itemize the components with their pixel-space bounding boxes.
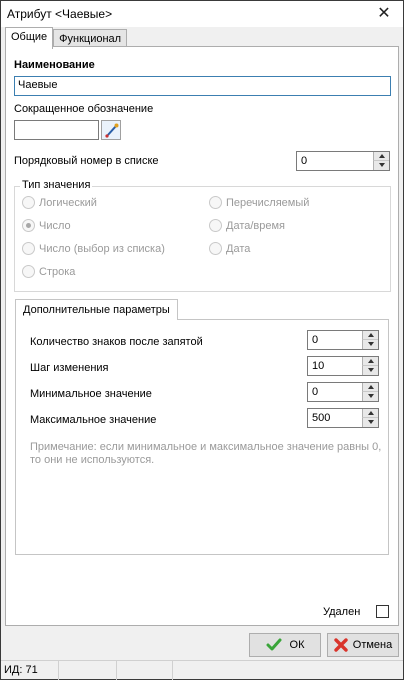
tab-strip: Общие Функционал bbox=[5, 27, 128, 49]
brush-icon bbox=[105, 123, 119, 138]
step-label: Шаг изменения bbox=[30, 362, 109, 374]
radio-circle bbox=[22, 265, 35, 278]
step-value: 10 bbox=[312, 360, 325, 372]
max-value: 500 bbox=[312, 412, 331, 424]
status-segment-id: ИД: 71 bbox=[1, 661, 59, 680]
spin-up-icon[interactable] bbox=[362, 357, 378, 366]
min-label: Минимальное значение bbox=[30, 388, 152, 400]
radio-number[interactable]: Число bbox=[22, 219, 71, 232]
deleted-checkbox[interactable] bbox=[376, 605, 389, 618]
order-value: 0 bbox=[301, 155, 308, 167]
spin-down-icon[interactable] bbox=[362, 392, 378, 401]
spin-up-icon[interactable] bbox=[362, 383, 378, 392]
radio-label: Дата bbox=[226, 242, 251, 255]
order-spin-up-icon[interactable] bbox=[373, 152, 389, 161]
radio-label: Логический bbox=[39, 196, 97, 209]
limits-note: Примечание: если минимальное и максималь… bbox=[30, 441, 381, 467]
tab-extra-params[interactable]: Дополнительные параметры bbox=[15, 299, 178, 320]
deleted-label: Удален bbox=[323, 606, 361, 618]
spin-down-icon[interactable] bbox=[362, 418, 378, 427]
spin-up-icon[interactable] bbox=[362, 409, 378, 418]
close-icon[interactable]: ✕ bbox=[375, 4, 393, 22]
note-line: то они не используются. bbox=[30, 454, 155, 466]
decimals-label: Количество знаков после запятой bbox=[30, 336, 203, 348]
value-type-legend: Тип значения bbox=[20, 179, 93, 191]
radio-label: Число (выбор из списка) bbox=[39, 242, 165, 255]
radio-circle bbox=[22, 219, 35, 232]
order-label: Порядковый номер в списке bbox=[14, 155, 159, 167]
min-spinner[interactable]: 0 bbox=[307, 382, 379, 402]
note-line: Примечание: если минимальное и максималь… bbox=[30, 441, 382, 453]
radio-circle bbox=[209, 242, 222, 255]
decimals-value: 0 bbox=[312, 334, 319, 346]
radio-label: Строка bbox=[39, 265, 76, 278]
ok-button[interactable]: ОК bbox=[249, 633, 321, 657]
radio-label: Дата/время bbox=[226, 219, 286, 232]
extra-params-panel: Количество знаков после запятой 0 Шаг из… bbox=[15, 319, 389, 555]
order-spin-down-icon[interactable] bbox=[373, 161, 389, 170]
max-label: Максимальное значение bbox=[30, 414, 157, 426]
spin-down-icon[interactable] bbox=[362, 340, 378, 349]
status-segment bbox=[117, 661, 173, 680]
radio-number-list[interactable]: Число (выбор из списка) bbox=[22, 242, 165, 255]
name-label: Наименование bbox=[14, 59, 95, 71]
radio-enum[interactable]: Перечисляемый bbox=[209, 196, 309, 209]
cancel-label: Отмена bbox=[352, 639, 393, 651]
pick-symbol-button[interactable] bbox=[101, 120, 121, 140]
ok-label: ОК bbox=[289, 639, 305, 651]
cancel-button[interactable]: Отмена bbox=[327, 633, 399, 657]
order-spinner[interactable]: 0 bbox=[296, 151, 390, 171]
tab-general[interactable]: Общие bbox=[5, 27, 54, 49]
decimals-spinner[interactable]: 0 bbox=[307, 330, 379, 350]
title-bar: Атрибут <Чаевые> ✕ bbox=[1, 1, 403, 27]
short-name-input[interactable] bbox=[14, 120, 99, 140]
radio-circle bbox=[22, 242, 35, 255]
radio-label: Перечисляемый bbox=[226, 196, 310, 209]
radio-logical[interactable]: Логический bbox=[22, 196, 97, 209]
status-segment bbox=[173, 661, 403, 680]
status-bar: ИД: 71 bbox=[1, 660, 403, 680]
step-spinner[interactable]: 10 bbox=[307, 356, 379, 376]
radio-datetime[interactable]: Дата/время bbox=[209, 219, 285, 232]
radio-date[interactable]: Дата bbox=[209, 242, 250, 255]
checkmark-icon bbox=[266, 638, 282, 651]
status-id-text: ИД: 71 bbox=[4, 664, 38, 676]
radio-circle bbox=[22, 196, 35, 209]
radio-label: Число bbox=[39, 219, 71, 232]
radio-circle bbox=[209, 219, 222, 232]
radio-string[interactable]: Строка bbox=[22, 265, 75, 278]
name-input[interactable]: Чаевые bbox=[14, 76, 391, 96]
min-value: 0 bbox=[312, 386, 319, 398]
tab-page-general: Наименование Чаевые Сокращенное обозначе… bbox=[5, 46, 399, 626]
radio-circle bbox=[209, 196, 222, 209]
status-segment bbox=[59, 661, 117, 680]
spin-up-icon[interactable] bbox=[362, 331, 378, 340]
cross-icon bbox=[334, 638, 348, 652]
attribute-dialog: Атрибут <Чаевые> ✕ Общие Функционал Наим… bbox=[0, 0, 404, 680]
window-title: Атрибут <Чаевые> bbox=[7, 7, 113, 21]
spin-down-icon[interactable] bbox=[362, 366, 378, 375]
short-name-label: Сокращенное обозначение bbox=[14, 103, 154, 115]
max-spinner[interactable]: 500 bbox=[307, 408, 379, 428]
